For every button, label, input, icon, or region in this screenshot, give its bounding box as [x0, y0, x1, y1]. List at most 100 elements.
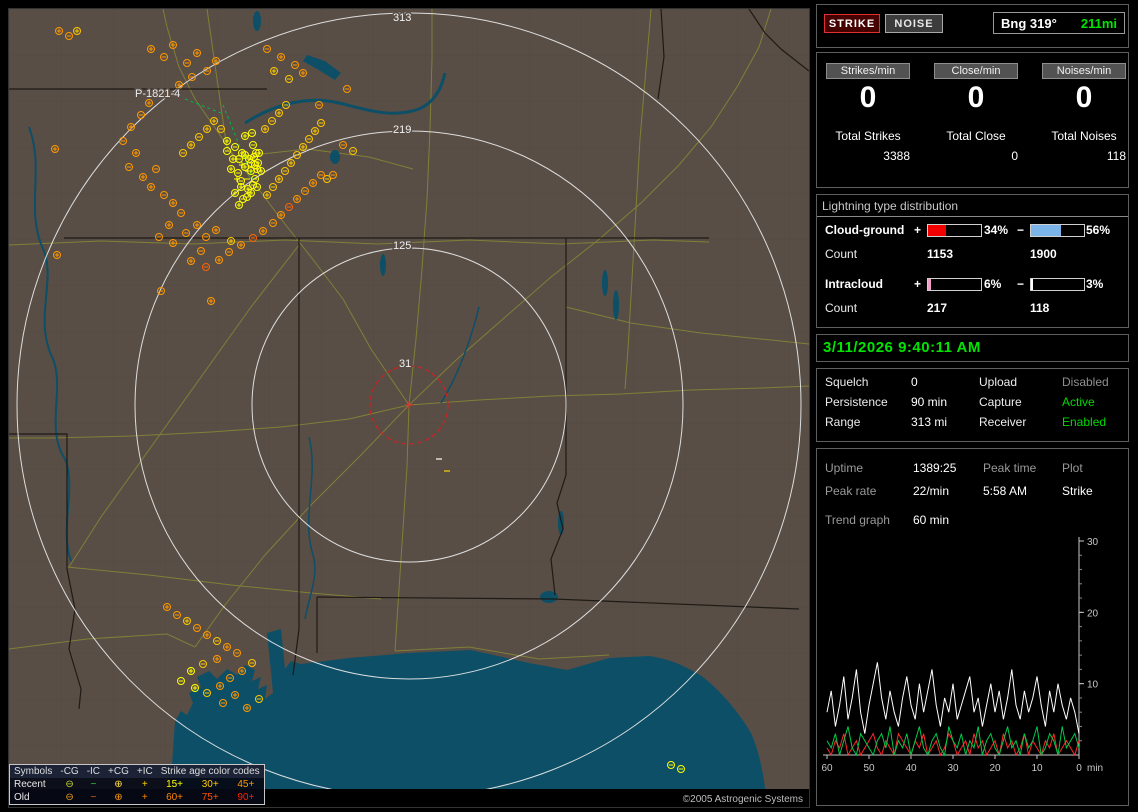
- svg-text:10: 10: [1087, 680, 1099, 691]
- controls-section: STRIKE NOISE Bng 319° 211mi: [816, 4, 1129, 48]
- svg-text:20: 20: [989, 763, 1001, 774]
- date-time-display: 3/11/2026 9:40:11 AM: [823, 339, 981, 356]
- strikes-per-min-label: Strikes/min: [826, 63, 910, 79]
- legend-table: Symbols -CG -IC +CG +IC Strike age color code…: [10, 765, 264, 804]
- persistence-label: Persistence: [825, 395, 888, 409]
- count-label: Count: [825, 247, 858, 261]
- ic-minus-count: 118: [1030, 301, 1050, 315]
- map-area[interactable]: P-1821-4 313 219 125 31 Symbols -CG -IC +CG…: [8, 8, 810, 808]
- range-value: 313 mi: [911, 415, 948, 429]
- plus-sign: +: [914, 223, 922, 237]
- range-label: Range: [825, 415, 861, 429]
- legend-cell: −: [90, 792, 97, 803]
- station-label: P-1821-4: [135, 88, 180, 100]
- strike-button[interactable]: STRIKE: [824, 14, 880, 33]
- cg-plus-gauge: [927, 224, 982, 237]
- cg-minus-count: 1900: [1030, 247, 1057, 261]
- range-ring-label-219: 219: [393, 124, 411, 136]
- minus-sign: −: [1017, 223, 1025, 237]
- status-row: Persistence 90 min Capture Active: [817, 395, 1128, 413]
- legend-cell: 90+: [237, 792, 255, 803]
- persistence-value: 90 min: [911, 395, 948, 409]
- peak-time-value: 5:58 AM: [983, 484, 1028, 498]
- legend-cell: 15+: [166, 779, 184, 790]
- ic-plus-pct: 6%: [984, 277, 1002, 291]
- distribution-section: Lightning type distribution Cloud-ground…: [816, 194, 1129, 328]
- plot-value: Strike: [1062, 484, 1093, 498]
- total-noises-value: 118: [1106, 149, 1126, 163]
- cg-plus-gauge-fill: [928, 225, 947, 236]
- legend-cell: Recent: [14, 779, 46, 790]
- upload-value: Disabled: [1062, 375, 1109, 389]
- noise-button[interactable]: NOISE: [885, 14, 943, 33]
- svg-text:min: min: [1087, 763, 1103, 774]
- ic-plus-count: 217: [927, 301, 948, 315]
- status-row: Squelch 0 Upload Disabled: [817, 375, 1128, 393]
- squelch-value: 0: [911, 375, 918, 389]
- distribution-title: Lightning type distribution: [817, 195, 1128, 217]
- capture-label: Capture: [979, 395, 1022, 409]
- ic-plus-gauge: [927, 278, 982, 291]
- legend-cell: Old: [14, 792, 30, 803]
- plus-sign: +: [914, 277, 922, 291]
- intracloud-label: Intracloud: [825, 277, 884, 291]
- side-panel: STRIKE NOISE Bng 319° 211mi Strikes/min …: [813, 0, 1138, 812]
- status-section: Squelch 0 Upload Disabled Persistence 90…: [816, 368, 1129, 442]
- stats-section: Uptime 1389:25 Peak time Plot Peak rate …: [816, 448, 1129, 806]
- squelch-label: Squelch: [825, 375, 869, 389]
- legend-cell: Strike age color codes: [156, 765, 264, 778]
- lightning-map: P-1821-4 313 219 125 31: [9, 9, 809, 789]
- intracloud-count-row: Count 217 118: [817, 301, 1128, 317]
- range-ring-label-313: 313: [393, 12, 411, 24]
- upload-label: Upload: [979, 375, 1018, 389]
- receiver-label: Receiver: [979, 415, 1027, 429]
- svg-text:60: 60: [821, 763, 833, 774]
- close-per-min-label: Close/min: [934, 63, 1018, 79]
- trend-graph-row: Trend graph 60 min: [817, 513, 1128, 531]
- total-noises-label: Total Noises: [1051, 129, 1117, 143]
- app-window: P-1821-4 313 219 125 31 Symbols -CG -IC +CG…: [0, 0, 1138, 812]
- legend-cell: ⊕: [114, 779, 123, 790]
- status-row: Range 313 mi Receiver Enabled: [817, 415, 1128, 433]
- plot-label: Plot: [1062, 461, 1083, 475]
- clock-section: 3/11/2026 9:40:11 AM: [816, 334, 1129, 362]
- uptime-value: 1389:25: [913, 461, 957, 475]
- peak-rate-label: Peak rate: [825, 484, 877, 498]
- stats-row: Uptime 1389:25 Peak time Plot: [817, 461, 1128, 479]
- legend-cell: +: [141, 779, 148, 790]
- peak-time-label: Peak time: [983, 461, 1037, 475]
- svg-text:30: 30: [947, 763, 959, 774]
- legend-cell: -CG: [56, 765, 83, 778]
- legend-cell: 30+: [201, 779, 219, 790]
- strikes-rate-column: Strikes/min 0 Total Strikes 3388: [826, 53, 926, 187]
- receiver-value: Enabled: [1062, 415, 1107, 429]
- bearing-distance: 211mi: [1080, 15, 1117, 31]
- legend-cell: 75+: [201, 792, 219, 803]
- noises-rate-column: Noises/min 0 Total Noises 118: [1042, 53, 1138, 187]
- total-strikes-value: 3388: [883, 149, 910, 163]
- capture-value: Active: [1062, 395, 1095, 409]
- ic-minus-gauge-fill: [1031, 279, 1033, 290]
- ic-minus-pct: 3%: [1086, 277, 1104, 291]
- cloud-ground-count-row: Count 1153 1900: [817, 247, 1128, 263]
- total-close-value: 0: [1011, 149, 1018, 163]
- legend-cell: +CG: [104, 765, 133, 778]
- legend-cell: 45+: [237, 779, 255, 790]
- cg-minus-gauge-fill: [1031, 225, 1061, 236]
- bearing-value: Bng 319°: [1001, 15, 1057, 31]
- noises-per-min-label: Noises/min: [1042, 63, 1126, 79]
- strikes-per-min-value: 0: [859, 81, 877, 114]
- ic-plus-gauge-fill: [928, 279, 932, 290]
- legend-cell: -IC: [82, 765, 105, 778]
- peak-rate-value: 22/min: [913, 484, 950, 498]
- cg-plus-pct: 34%: [984, 223, 1009, 237]
- svg-text:50: 50: [863, 763, 875, 774]
- intracloud-row: Intracloud + 6% − 3%: [817, 277, 1128, 293]
- legend-cell: ⊕: [114, 792, 123, 803]
- stats-row: Peak rate 22/min 5:58 AM Strike: [817, 484, 1128, 502]
- noises-per-min-value: 0: [1075, 81, 1093, 114]
- total-close-label: Total Close: [946, 129, 1006, 143]
- legend-cell: 60+: [166, 792, 184, 803]
- close-rate-column: Close/min 0 Total Close 0: [934, 53, 1034, 187]
- svg-text:20: 20: [1087, 608, 1099, 619]
